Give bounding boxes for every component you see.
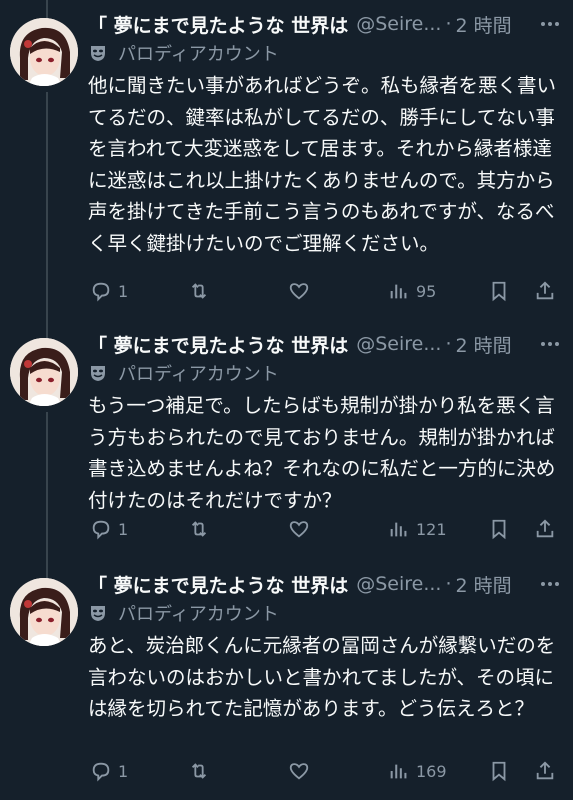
tweet-header: 「 夢にまで見たような 世界は @Seire... · 2 時間 — [88, 330, 573, 358]
tweet[interactable]: 「 夢にまで見たような 世界は @Seire... · 2 時間 パロディアカウ… — [0, 330, 573, 560]
tweet-header: 「 夢にまで見たような 世界は @Seire... · 2 時間 — [88, 10, 573, 38]
like-button[interactable] — [288, 756, 310, 786]
display-name[interactable]: 「 夢にまで見たような 世界は — [88, 571, 348, 598]
share-icon — [536, 281, 554, 300]
reply-button[interactable]: 1 — [90, 514, 128, 544]
display-name[interactable]: 「 夢にまで見たような 世界は — [88, 11, 348, 38]
retweet-button[interactable] — [188, 756, 210, 786]
reply-icon — [92, 520, 110, 540]
tweet[interactable]: 「 夢にまで見たような 世界は @Seire... · 2 時間 パロディアカウ… — [0, 10, 573, 310]
avatar[interactable] — [10, 338, 78, 406]
bookmark-icon — [492, 281, 506, 302]
avatar[interactable] — [10, 18, 78, 86]
parody-label: パロディアカウント — [88, 600, 279, 626]
views-button[interactable]: 95 — [388, 276, 436, 306]
bookmark-button[interactable] — [488, 514, 510, 544]
bookmark-icon — [492, 761, 506, 782]
reply-count: 1 — [118, 519, 129, 539]
more-icon[interactable] — [539, 334, 561, 357]
action-bar: 1 95 — [88, 276, 573, 306]
bookmark-button[interactable] — [488, 276, 510, 306]
retweet-icon — [191, 763, 207, 779]
action-bar: 1 121 — [88, 514, 573, 544]
views-button[interactable]: 121 — [388, 514, 447, 544]
parody-mask-icon — [91, 46, 105, 61]
bookmark-icon — [492, 519, 506, 540]
avatar[interactable] — [10, 578, 78, 646]
like-icon — [289, 763, 309, 780]
views-button[interactable]: 169 — [388, 756, 447, 786]
views-icon — [390, 284, 407, 299]
parody-mask-icon — [91, 366, 105, 381]
view-count: 95 — [416, 281, 437, 301]
action-bar: 1 169 — [88, 756, 573, 786]
like-icon — [289, 521, 309, 538]
reply-count: 1 — [118, 761, 129, 781]
view-count: 121 — [416, 519, 447, 539]
user-handle[interactable]: @Seire... — [356, 333, 441, 355]
reply-button[interactable]: 1 — [90, 276, 128, 306]
parody-label: パロディアカウント — [88, 40, 279, 66]
tweet[interactable]: 「 夢にまで見たような 世界は @Seire... · 2 時間 パロディアカウ… — [0, 570, 573, 800]
reply-icon — [92, 282, 110, 302]
retweet-icon — [191, 521, 207, 537]
parody-label-text: パロディアカウント — [118, 44, 279, 65]
display-name[interactable]: 「 夢にまで見たような 世界は — [88, 331, 348, 358]
tweet-header: 「 夢にまで見たような 世界は @Seire... · 2 時間 — [88, 570, 573, 598]
views-icon — [390, 764, 407, 779]
share-button[interactable] — [534, 514, 556, 544]
share-icon — [536, 761, 554, 780]
timestamp[interactable]: 2 時間 — [456, 571, 512, 598]
reply-button[interactable]: 1 — [90, 756, 128, 786]
separator: · — [445, 333, 452, 355]
reply-count: 1 — [118, 281, 129, 301]
like-icon — [289, 283, 309, 300]
timestamp[interactable]: 2 時間 — [456, 11, 512, 38]
parody-label-text: パロディアカウント — [118, 364, 279, 385]
user-handle[interactable]: @Seire... — [356, 13, 441, 35]
like-button[interactable] — [288, 514, 310, 544]
separator: · — [445, 573, 452, 595]
reply-icon — [92, 762, 110, 782]
separator: · — [445, 13, 452, 35]
share-button[interactable] — [534, 756, 556, 786]
like-button[interactable] — [288, 276, 310, 306]
parody-label: パロディアカウント — [88, 360, 279, 386]
timestamp[interactable]: 2 時間 — [456, 331, 512, 358]
more-icon[interactable] — [539, 14, 561, 37]
bookmark-button[interactable] — [488, 756, 510, 786]
more-icon[interactable] — [539, 574, 561, 597]
tweet-text: あと、炭治郎くんに元縁者の冨岡さんが縁繋いだのを言わないのはおかしいと書かれてま… — [88, 634, 556, 720]
retweet-icon — [191, 283, 207, 299]
parody-mask-icon — [91, 606, 105, 621]
share-icon — [536, 519, 554, 538]
views-icon — [390, 522, 407, 537]
tweet-text: 他に聞きたい事があればどうぞ。私も縁者を悪く書いてるだの、鍵率は私がしてるだの、… — [88, 74, 557, 255]
retweet-button[interactable] — [188, 276, 210, 306]
view-count: 169 — [416, 761, 447, 781]
share-button[interactable] — [534, 276, 556, 306]
user-handle[interactable]: @Seire... — [356, 573, 441, 595]
parody-label-text: パロディアカウント — [118, 604, 279, 625]
retweet-button[interactable] — [188, 514, 210, 544]
tweet-text: もう一つ補足で。したらばも規制が掛かり私を悪く言う方もおられたので見ておりません… — [88, 394, 556, 512]
